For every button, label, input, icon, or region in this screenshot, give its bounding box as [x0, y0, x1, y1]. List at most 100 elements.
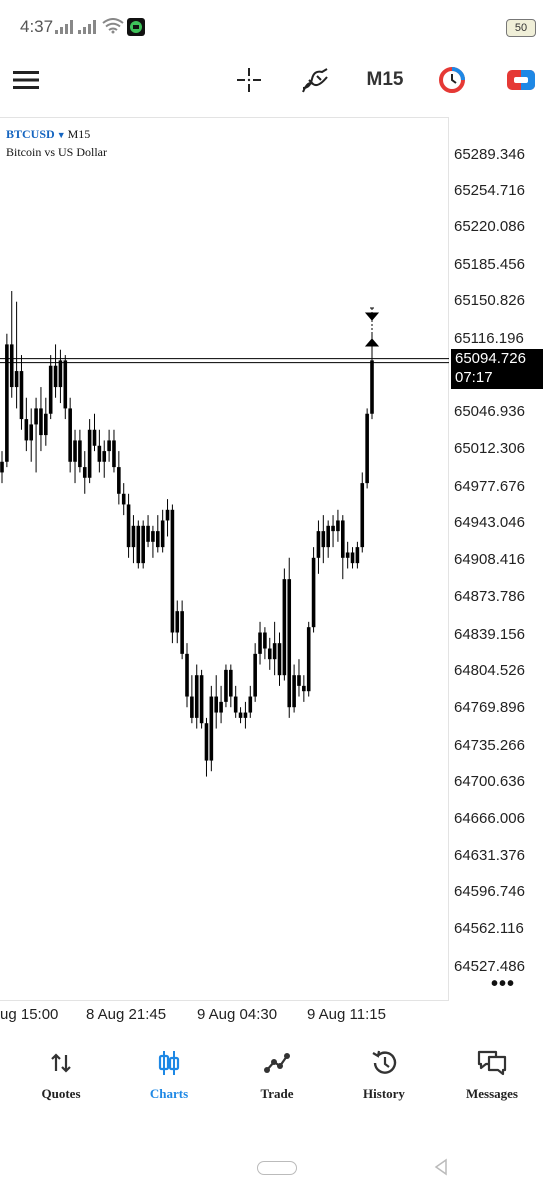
status-time: 4:37	[20, 17, 54, 36]
candle	[233, 685, 238, 718]
back-icon[interactable]	[432, 1158, 450, 1176]
candle-body	[180, 611, 184, 654]
candle	[160, 509, 165, 553]
candle-body	[282, 579, 287, 676]
candle	[97, 429, 102, 473]
timeframe-button[interactable]: M15	[350, 66, 420, 94]
indicators-icon[interactable]	[297, 66, 333, 94]
price-axis-label: 64700.636	[454, 773, 525, 790]
price-axis-label: 64631.376	[454, 847, 525, 864]
candle-body	[292, 675, 296, 708]
price-axis-label: 64977.676	[454, 478, 525, 495]
candle	[165, 499, 170, 537]
battery-icon: 50	[506, 19, 536, 37]
candle-body	[5, 344, 9, 462]
candle-body	[360, 483, 365, 548]
candle-body	[160, 520, 165, 548]
candle	[141, 520, 145, 569]
candle	[214, 675, 219, 729]
candle-body	[126, 504, 131, 548]
price-axis-label: 64596.746	[454, 883, 525, 900]
candle-body	[214, 696, 219, 713]
candle	[117, 451, 121, 505]
app-notification-icon	[127, 18, 145, 36]
price-axis-label: 64908.416	[454, 551, 525, 568]
candle-body	[82, 467, 87, 478]
price-axis-label: 65012.306	[454, 440, 525, 457]
candle-body	[131, 525, 136, 548]
nav-history-label: History	[363, 1086, 405, 1101]
candle-body	[263, 632, 267, 649]
candle	[112, 429, 116, 473]
candle	[263, 627, 267, 660]
candle	[126, 493, 131, 558]
price-axis-label: 64562.116	[454, 920, 524, 937]
candle	[248, 685, 253, 718]
candle	[146, 515, 150, 548]
crosshair-icon[interactable]	[231, 66, 267, 94]
candle	[155, 515, 160, 553]
candle-body	[155, 531, 160, 548]
candle-body	[224, 669, 228, 702]
candle-body	[63, 360, 68, 409]
nav-charts[interactable]: Charts	[119, 1048, 219, 1102]
time-axis-label: 9 Aug 04:30	[197, 1006, 278, 1023]
home-gesture-bar[interactable]	[257, 1161, 297, 1175]
nav-quotes-label: Quotes	[41, 1086, 81, 1101]
more-options-icon[interactable]: •••	[491, 973, 515, 996]
candle	[131, 515, 136, 564]
candle-body	[19, 371, 24, 420]
candle-body	[302, 685, 306, 692]
candle-body	[370, 360, 374, 414]
candle-body	[121, 493, 126, 505]
price-axis-label: 64769.896	[454, 699, 525, 716]
candle	[92, 413, 97, 452]
candle-body	[39, 408, 43, 436]
new-order-icon[interactable]	[503, 66, 539, 94]
price-axis-label: 64839.156	[454, 626, 525, 643]
candle	[5, 333, 9, 468]
candle	[29, 408, 34, 462]
candle-body	[336, 520, 340, 532]
candle-body	[243, 712, 248, 718]
candle	[253, 643, 257, 702]
nav-trade[interactable]: Trade	[227, 1048, 327, 1102]
candle	[209, 685, 214, 772]
candle-body	[272, 643, 277, 660]
price-axis-label: 64804.526	[454, 662, 525, 679]
nav-history[interactable]: History	[334, 1048, 434, 1102]
candle-body	[58, 360, 63, 388]
signal-icon-2	[78, 20, 96, 34]
candle	[224, 664, 228, 708]
candle-body	[238, 712, 243, 718]
candle-body	[233, 696, 238, 713]
price-axis-label: 65116.196	[454, 330, 524, 347]
candle	[82, 451, 87, 494]
menu-icon[interactable]	[8, 66, 44, 94]
candle-body	[345, 552, 350, 558]
candle-body	[209, 696, 214, 761]
one-click-trading-icon[interactable]	[434, 66, 470, 94]
candle-body	[287, 579, 292, 708]
candle	[229, 664, 233, 708]
candle-body	[199, 675, 204, 724]
candlestick-chart[interactable]	[0, 117, 449, 1001]
candle	[331, 515, 335, 548]
candle	[316, 520, 321, 574]
candles-icon	[119, 1048, 219, 1078]
nav-quotes[interactable]: Quotes	[11, 1048, 111, 1102]
candle-body	[107, 440, 111, 452]
nav-trade-label: Trade	[260, 1086, 294, 1101]
candle	[306, 621, 311, 697]
nav-messages[interactable]: Messages	[442, 1048, 542, 1102]
candle-body	[92, 429, 97, 446]
candle-body	[102, 451, 107, 462]
candle-body	[204, 723, 209, 761]
candle-body	[277, 643, 282, 676]
candle-body	[190, 696, 194, 718]
time-axis-label: 9 Aug 11:15	[307, 1006, 386, 1023]
candle	[190, 675, 194, 724]
candle-body	[97, 445, 102, 462]
sort-arrows-icon	[11, 1048, 111, 1078]
signal-icon	[55, 20, 73, 34]
